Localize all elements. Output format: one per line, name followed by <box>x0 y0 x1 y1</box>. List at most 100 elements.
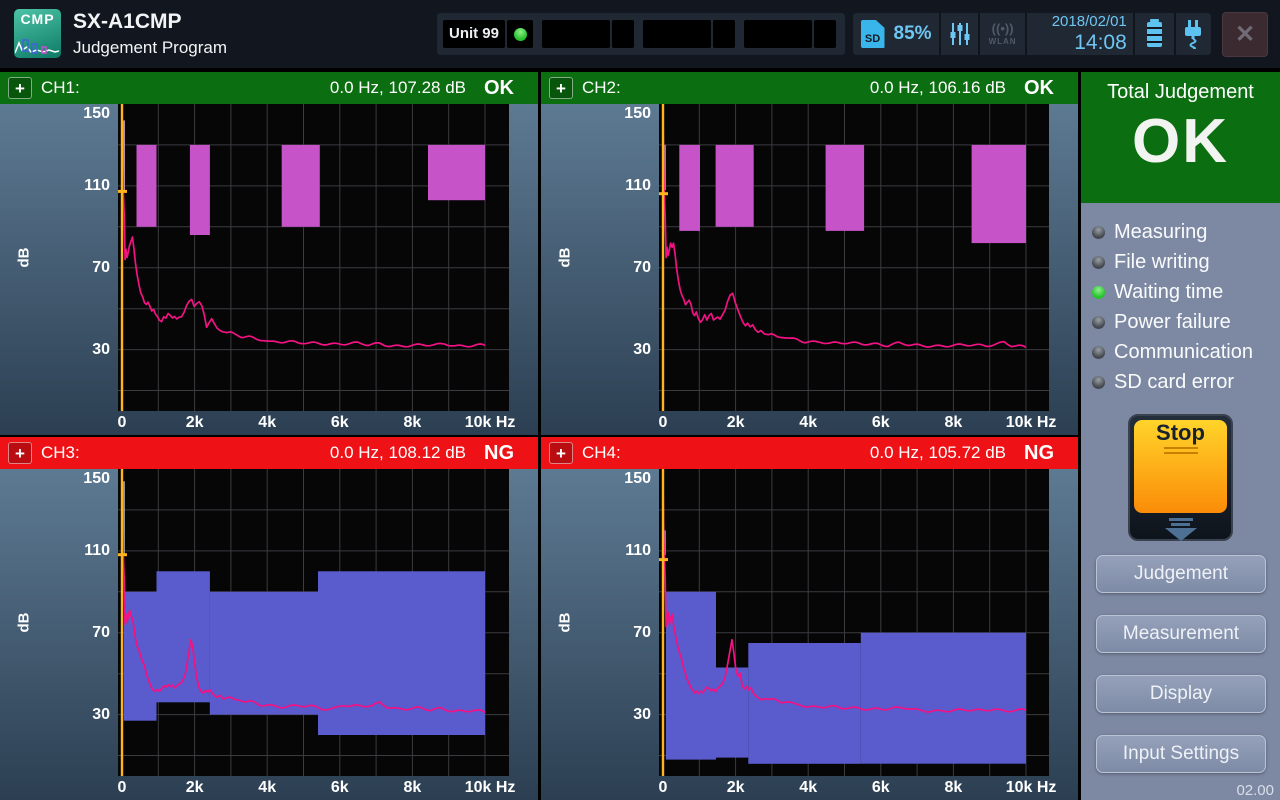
y-axis-tick-label: 150 <box>58 470 110 488</box>
app-titles: SX-A1CMP Judgement Program <box>73 9 227 58</box>
x-axis-tick-label: 10k Hz <box>465 414 516 432</box>
x-axis-tick-label: 2k <box>186 414 204 432</box>
expand-channel-button-ch3[interactable]: + <box>8 442 32 464</box>
x-axis-tick-label: 0 <box>118 779 127 797</box>
unit-slot-empty <box>542 20 634 48</box>
sd-card-status: SD 85% <box>853 13 939 55</box>
expand-channel-button-ch2[interactable]: + <box>549 77 573 99</box>
status-led-off <box>1092 376 1105 389</box>
status-item-label: Communication <box>1114 341 1253 364</box>
stop-button-label: Stop <box>1134 420 1227 446</box>
status-item-label: SD card error <box>1114 371 1234 394</box>
unit-name-label: Unit 99 <box>443 20 505 48</box>
spectrum-plot-ch1[interactable] <box>118 104 509 411</box>
x-axis-tick-label: 2k <box>727 779 745 797</box>
sd-card-icon: SD <box>861 20 885 48</box>
y-axis-unit-label: dB <box>16 613 33 633</box>
x-axis-tick-label: 8k <box>403 414 421 432</box>
channel-header-ch3: +CH3:0.0 Hz, 108.12 dBNG <box>0 437 538 469</box>
y-axis-tick-label: 30 <box>58 341 110 359</box>
level-settings-icon <box>941 13 978 55</box>
x-axis-tick-label: 2k <box>727 414 745 432</box>
unit-slot-name-box <box>744 20 812 48</box>
x-axis-tick-label: 10k Hz <box>1006 779 1057 797</box>
x-axis-tick-label: 8k <box>403 779 421 797</box>
y-axis-tick-label: 70 <box>599 259 651 277</box>
app-window: CMP SX-A1CMP Judgement Program Unit 99 <box>0 0 1280 800</box>
status-led-off <box>1092 256 1105 269</box>
app-identity: CMP SX-A1CMP Judgement Program <box>14 9 227 58</box>
unit-slot-name-box <box>542 20 610 48</box>
menu-button-input-settings[interactable]: Input Settings <box>1096 735 1266 773</box>
status-led-off <box>1092 316 1105 329</box>
x-axis-tick-label: 4k <box>799 779 817 797</box>
total-judgement-panel: Total Judgement OK <box>1081 72 1280 203</box>
wlan-icon: ((•)) <box>992 22 1014 35</box>
x-axis-tick-label: 8k <box>944 779 962 797</box>
app-logo: CMP <box>14 9 61 58</box>
app-logo-text: CMP <box>14 11 61 27</box>
channel-label: CH3: <box>41 437 80 469</box>
x-axis-tick-label: 6k <box>872 779 890 797</box>
y-axis-tick-label: 110 <box>599 177 651 195</box>
unit-slot-name-box <box>643 20 711 48</box>
y-axis-tick-label: 150 <box>599 470 651 488</box>
y-axis-tick-label: 150 <box>599 105 651 123</box>
status-item-waiting-time: Waiting time <box>1092 277 1223 307</box>
unit-slot-led-box <box>713 20 735 48</box>
unit-slot-led-box <box>814 20 836 48</box>
channel-label: CH2: <box>582 72 621 104</box>
x-axis-tick-label: 4k <box>799 414 817 432</box>
status-item-communication: Communication <box>1092 337 1253 367</box>
unit-slot-empty <box>643 20 735 48</box>
status-item-sd-card-error: SD card error <box>1092 367 1234 397</box>
app-subtitle: Judgement Program <box>73 38 227 58</box>
y-axis-tick-label: 30 <box>58 706 110 724</box>
status-item-label: Waiting time <box>1114 281 1223 304</box>
power-status <box>1176 13 1211 55</box>
y-axis-tick-label: 70 <box>58 259 110 277</box>
spectrum-plot-ch2[interactable] <box>659 104 1049 411</box>
cursor-readout: 0.0 Hz, 106.16 dB <box>870 72 1006 104</box>
channel-header-ch4: +CH4:0.0 Hz, 105.72 dBNG <box>541 437 1078 469</box>
sidebar: Total Judgement OK MeasuringFile writing… <box>1081 72 1280 800</box>
chart-cell-ch4: 1501107030dB02k4k6k8k10k Hz <box>541 469 1078 800</box>
chart-cell-ch3: 1501107030dB02k4k6k8k10k Hz <box>0 469 538 800</box>
stop-button[interactable]: Stop <box>1128 414 1233 541</box>
menu-button-display[interactable]: Display <box>1096 675 1266 713</box>
channel-judgement-badge: OK <box>484 72 514 104</box>
stop-button-face: Stop <box>1134 420 1227 513</box>
y-axis-tick-label: 70 <box>599 624 651 642</box>
x-axis-tick-label: 4k <box>258 779 276 797</box>
battery-icon <box>1147 22 1162 47</box>
y-axis-unit-label: dB <box>557 248 574 268</box>
cursor-readout: 0.0 Hz, 108.12 dB <box>330 437 466 469</box>
close-button[interactable]: ✕ <box>1222 12 1268 57</box>
green-led-icon <box>514 28 527 41</box>
status-item-label: Measuring <box>1114 221 1207 244</box>
status-led-off <box>1092 346 1105 359</box>
y-axis-tick-label: 70 <box>58 624 110 642</box>
unit-panel: Unit 99 <box>437 13 845 55</box>
chart-cell-ch1: 1501107030dB02k4k6k8k10k Hz <box>0 104 538 435</box>
y-axis-tick-label: 110 <box>58 542 110 560</box>
system-status-panel: SD 85% ((•)) WLAN 201 <box>853 13 1211 55</box>
status-item-label: Power failure <box>1114 311 1231 334</box>
x-axis-tick-label: 6k <box>331 779 349 797</box>
spectrum-plot-ch4[interactable] <box>659 469 1049 776</box>
spectrum-plot-ch3[interactable] <box>118 469 509 776</box>
sliders-icon <box>947 21 973 47</box>
battery-status <box>1135 13 1174 55</box>
expand-channel-button-ch4[interactable]: + <box>549 442 573 464</box>
version-label: 02.00 <box>1236 782 1274 799</box>
menu-button-measurement[interactable]: Measurement <box>1096 615 1266 653</box>
total-judgement-value: OK <box>1081 106 1280 177</box>
datetime-display: 2018/02/01 14:08 <box>1027 13 1133 55</box>
menu-button-judgement[interactable]: Judgement <box>1096 555 1266 593</box>
wlan-label: WLAN <box>989 37 1017 46</box>
status-led-on <box>1092 286 1105 299</box>
status-led-off <box>1092 226 1105 239</box>
x-axis-tick-label: 0 <box>659 414 668 432</box>
wlan-status: ((•)) WLAN <box>980 13 1025 55</box>
expand-channel-button-ch1[interactable]: + <box>8 77 32 99</box>
